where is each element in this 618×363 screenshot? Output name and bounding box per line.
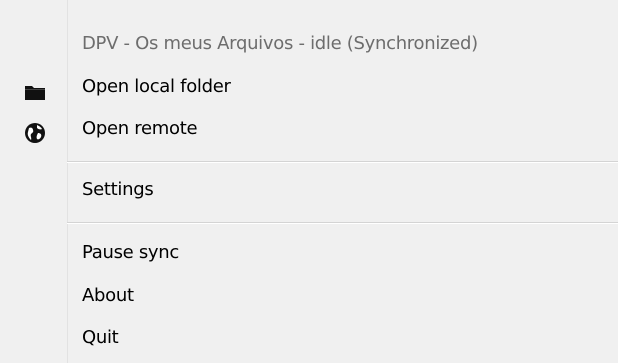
menu-item-open-remote[interactable]: Open remote [0, 109, 618, 149]
open-local-folder-label: Open local folder [82, 76, 231, 97]
context-menu: DPV - Os meus Arquivos - idle (Synchroni… [0, 0, 618, 363]
folder-icon [24, 77, 46, 100]
pause-sync-label: Pause sync [82, 242, 179, 263]
open-remote-label: Open remote [82, 118, 198, 139]
menu-item-settings[interactable]: Settings [0, 170, 618, 210]
menu-separator [67, 222, 618, 224]
menu-item-open-local-folder[interactable]: Open local folder [0, 67, 618, 107]
status-label: DPV - Os meus Arquivos - idle (Synchroni… [82, 33, 478, 54]
quit-label: Quit [82, 327, 119, 348]
menu-item-about[interactable]: About [0, 276, 618, 316]
globe-icon [24, 119, 46, 143]
menu-separator [67, 161, 618, 163]
menu-item-quit[interactable]: Quit [0, 318, 618, 358]
about-label: About [82, 285, 134, 306]
settings-label: Settings [82, 179, 154, 200]
menu-item-status: DPV - Os meus Arquivos - idle (Synchroni… [0, 24, 618, 64]
menu-item-pause-sync[interactable]: Pause sync [0, 233, 618, 273]
